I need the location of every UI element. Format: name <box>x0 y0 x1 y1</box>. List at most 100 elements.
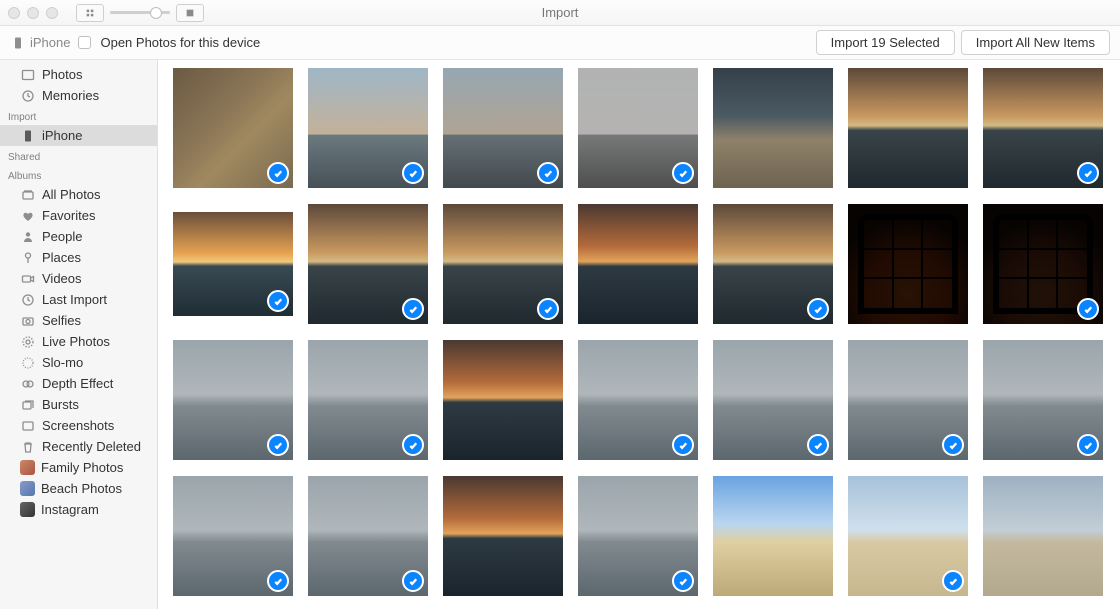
sidebar-item-places[interactable]: Places <box>0 247 157 268</box>
photo-thumbnail[interactable] <box>848 204 968 324</box>
selected-check-icon <box>267 162 289 184</box>
selected-check-icon <box>942 434 964 456</box>
photo-thumbnail[interactable] <box>713 340 833 460</box>
photo-thumbnail[interactable] <box>173 68 293 188</box>
selected-check-icon <box>267 290 289 312</box>
sidebar-item-people[interactable]: People <box>0 226 157 247</box>
photo-thumbnail[interactable] <box>308 340 428 460</box>
import-selected-button[interactable]: Import 19 Selected <box>816 30 955 55</box>
album-thumb-icon <box>20 460 35 475</box>
photo-thumbnail[interactable] <box>713 204 833 324</box>
selected-check-icon <box>1077 434 1099 456</box>
import-toolbar: iPhone Open Photos for this device Impor… <box>0 26 1120 60</box>
photo-thumbnail[interactable] <box>983 476 1103 596</box>
photo-thumbnail[interactable] <box>578 68 698 188</box>
phone-icon <box>10 35 26 51</box>
selected-check-icon <box>402 570 424 592</box>
photo-thumbnail[interactable] <box>713 476 833 596</box>
selected-check-icon <box>402 162 424 184</box>
depth-icon <box>20 376 36 392</box>
photo-thumbnail[interactable] <box>713 68 833 188</box>
photo-thumbnail[interactable] <box>983 340 1103 460</box>
photo-thumbnail[interactable] <box>848 340 968 460</box>
selected-check-icon <box>942 570 964 592</box>
selected-check-icon <box>402 434 424 456</box>
album-thumb-icon <box>20 481 35 496</box>
photos-icon <box>20 67 36 83</box>
photo-thumbnail[interactable] <box>578 340 698 460</box>
zoom-out-grid-button[interactable] <box>76 4 104 22</box>
selected-check-icon <box>672 162 694 184</box>
selected-check-icon <box>807 298 829 320</box>
person-icon <box>20 229 36 245</box>
selected-check-icon <box>267 570 289 592</box>
video-icon <box>20 271 36 287</box>
sidebar-item-bursts[interactable]: Bursts <box>0 394 157 415</box>
camera-icon <box>20 313 36 329</box>
sidebar-header-shared: Shared <box>0 146 157 165</box>
photo-thumbnail[interactable] <box>983 68 1103 188</box>
sidebar-item-videos[interactable]: Videos <box>0 268 157 289</box>
window-controls <box>8 7 58 19</box>
clock-icon <box>20 88 36 104</box>
zoom-in-grid-button[interactable] <box>176 4 204 22</box>
screenshot-icon <box>20 418 36 434</box>
selected-check-icon <box>267 434 289 456</box>
selected-check-icon <box>537 298 559 320</box>
sidebar-item-live-photos[interactable]: Live Photos <box>0 331 157 352</box>
album-thumb-icon <box>20 502 35 517</box>
sidebar: Photos Memories Import iPhone Shared Alb… <box>0 60 158 609</box>
photo-thumbnail[interactable] <box>848 68 968 188</box>
sidebar-item-screenshots[interactable]: Screenshots <box>0 415 157 436</box>
pin-icon <box>20 250 36 266</box>
sidebar-header-albums: Albums <box>0 165 157 184</box>
live-icon <box>20 334 36 350</box>
photo-thumbnail[interactable] <box>308 68 428 188</box>
sidebar-item-all-photos[interactable]: All Photos <box>0 184 157 205</box>
close-window-button[interactable] <box>8 7 20 19</box>
sidebar-item-slomo[interactable]: Slo-mo <box>0 352 157 373</box>
selected-check-icon <box>1077 298 1099 320</box>
sidebar-item-family-photos[interactable]: Family Photos <box>0 457 157 478</box>
photo-thumbnail[interactable] <box>308 204 428 324</box>
import-grid[interactable] <box>158 60 1120 609</box>
minimize-window-button[interactable] <box>27 7 39 19</box>
sidebar-item-last-import[interactable]: Last Import <box>0 289 157 310</box>
photo-thumbnail[interactable] <box>443 204 563 324</box>
sidebar-item-beach-photos[interactable]: Beach Photos <box>0 478 157 499</box>
fullscreen-window-button[interactable] <box>46 7 58 19</box>
photo-thumbnail[interactable] <box>848 476 968 596</box>
bursts-icon <box>20 397 36 413</box>
photo-thumbnail[interactable] <box>173 340 293 460</box>
photo-thumbnail[interactable] <box>443 476 563 596</box>
thumbnail-size-slider[interactable] <box>110 11 170 14</box>
photo-thumbnail[interactable] <box>443 68 563 188</box>
sidebar-item-iphone[interactable]: iPhone <box>0 125 157 146</box>
photo-thumbnail[interactable] <box>173 476 293 596</box>
photo-thumbnail[interactable] <box>443 340 563 460</box>
sidebar-item-photos[interactable]: Photos <box>0 64 157 85</box>
sidebar-item-favorites[interactable]: Favorites <box>0 205 157 226</box>
window-title: Import <box>542 5 579 20</box>
import-all-button[interactable]: Import All New Items <box>961 30 1110 55</box>
selected-check-icon <box>807 434 829 456</box>
open-photos-label: Open Photos for this device <box>100 35 260 50</box>
photo-thumbnail[interactable] <box>173 212 293 316</box>
photo-thumbnail[interactable] <box>983 204 1103 324</box>
titlebar: Import <box>0 0 1120 26</box>
photo-thumbnail[interactable] <box>308 476 428 596</box>
selected-check-icon <box>672 570 694 592</box>
sidebar-item-selfies[interactable]: Selfies <box>0 310 157 331</box>
selected-check-icon <box>1077 162 1099 184</box>
sidebar-item-memories[interactable]: Memories <box>0 85 157 106</box>
open-photos-checkbox[interactable] <box>78 36 91 49</box>
heart-icon <box>20 208 36 224</box>
device-indicator: iPhone <box>10 35 70 51</box>
photo-thumbnail[interactable] <box>578 204 698 324</box>
sidebar-item-depth-effect[interactable]: Depth Effect <box>0 373 157 394</box>
clock-icon <box>20 292 36 308</box>
selected-check-icon <box>537 162 559 184</box>
sidebar-item-instagram[interactable]: Instagram <box>0 499 157 520</box>
photo-thumbnail[interactable] <box>578 476 698 596</box>
sidebar-item-recently-deleted[interactable]: Recently Deleted <box>0 436 157 457</box>
